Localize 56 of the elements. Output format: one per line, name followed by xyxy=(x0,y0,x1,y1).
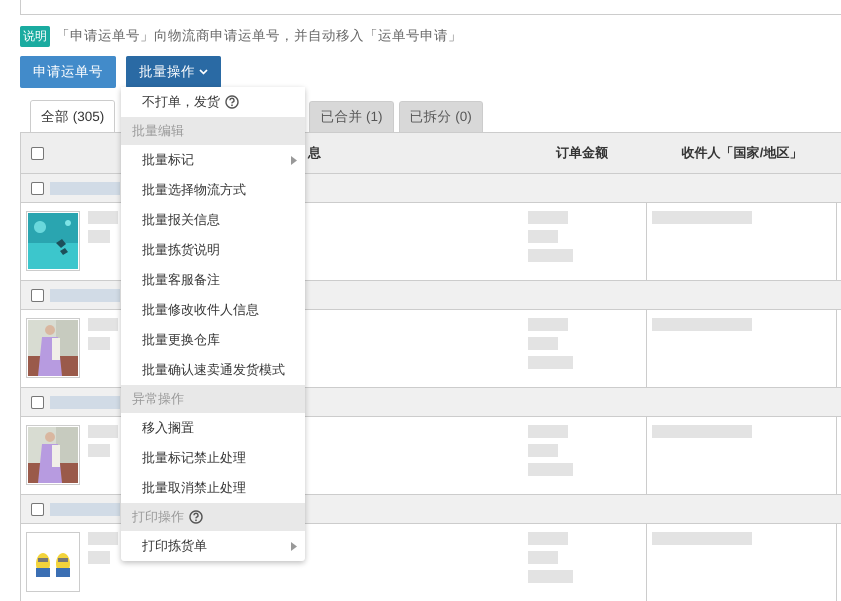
column-header: 订单金额 xyxy=(556,145,608,160)
column-header: 收件人「国家/地区」 xyxy=(682,145,802,160)
menu-item[interactable]: 批量取消禁止处理 xyxy=(121,473,305,503)
order-checkbox[interactable] xyxy=(31,182,44,194)
menu-section-header: 批量编辑 xyxy=(121,117,305,145)
column-header: 息 xyxy=(308,144,321,162)
tab[interactable]: 已合并 (1) xyxy=(309,101,394,132)
menu-item[interactable]: 批量拣货说明 xyxy=(121,235,305,265)
blurred-text xyxy=(528,211,568,224)
order-checkbox[interactable] xyxy=(31,396,44,408)
menu-section-header: 打印操作 xyxy=(121,503,305,531)
menu-item[interactable]: 移入搁置 xyxy=(121,413,305,443)
apply-button[interactable]: 申请运单号 xyxy=(20,56,116,88)
blurred-text xyxy=(88,551,110,564)
menu-item[interactable]: 批量修改收件人信息 xyxy=(121,295,305,325)
blurred-text xyxy=(88,318,118,331)
menu-item[interactable]: 批量更换仓库 xyxy=(121,325,305,355)
menu-item[interactable]: 不打单，发货 xyxy=(121,87,305,117)
notice-text: 「申请运单号」向物流商申请运单号，并自动移入「运单号申请」 xyxy=(56,27,462,45)
blurred-text xyxy=(528,249,573,262)
menu-item[interactable]: 批量报关信息 xyxy=(121,205,305,235)
blurred-text xyxy=(528,337,558,350)
order-checkbox[interactable] xyxy=(31,502,44,516)
menu-item[interactable]: 批量标记禁止处理 xyxy=(121,443,305,473)
menu-item[interactable]: 批量标记 xyxy=(121,145,305,175)
blurred-text xyxy=(50,502,120,516)
menu-item[interactable]: 打印拣货单 xyxy=(121,531,305,561)
blurred-text xyxy=(50,288,120,302)
blurred-text xyxy=(528,463,573,476)
tab[interactable]: 已拆分 (0) xyxy=(398,101,483,132)
blurred-text xyxy=(528,356,573,369)
tab[interactable]: 全部 (305) xyxy=(30,100,116,132)
blurred-text xyxy=(528,425,568,438)
blurred-text xyxy=(50,396,120,408)
batch-actions-dropdown[interactable]: 批量操作 xyxy=(126,56,221,88)
blurred-text xyxy=(88,230,110,243)
blurred-text xyxy=(50,182,120,194)
blurred-text xyxy=(528,318,568,331)
note-badge: 说明 xyxy=(20,26,50,46)
blurred-text xyxy=(528,551,558,564)
blurred-text xyxy=(88,532,118,545)
blurred-text xyxy=(88,337,110,350)
blurred-text xyxy=(528,570,573,583)
menu-section-header: 异常操作 xyxy=(121,385,305,413)
text-area-field[interactable] xyxy=(20,0,841,15)
caret-icon xyxy=(199,69,208,75)
blurred-text xyxy=(88,444,110,457)
menu-item[interactable]: 批量客服备注 xyxy=(121,265,305,295)
blurred-text xyxy=(88,211,118,224)
menu-item[interactable]: 批量确认速卖通发货模式 xyxy=(121,355,305,385)
blurred-text xyxy=(88,425,118,438)
blurred-text xyxy=(528,230,558,243)
order-checkbox[interactable] xyxy=(31,288,44,302)
blurred-text xyxy=(528,532,568,545)
select-all-checkbox[interactable] xyxy=(31,146,44,160)
blurred-text xyxy=(528,444,558,457)
